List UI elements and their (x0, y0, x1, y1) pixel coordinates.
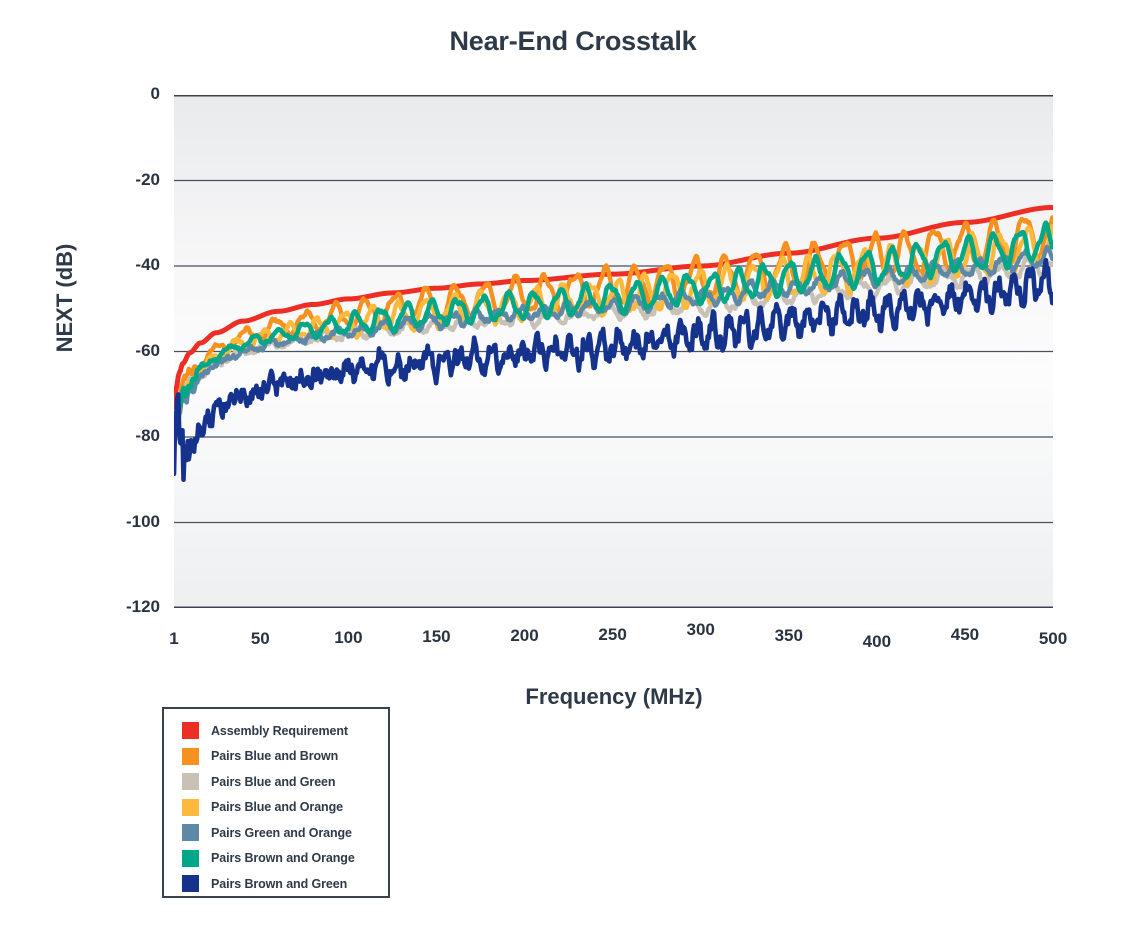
chart-legend: Assembly Requirement Pairs Blue and Brown… (162, 707, 390, 898)
legend-item-label: Pairs Blue and Orange (211, 800, 343, 815)
legend-item-label: Pairs Brown and Orange (211, 851, 355, 866)
x-tick-label: 50 (250, 629, 270, 648)
legend-item[interactable]: Pairs Blue and Green (164, 769, 388, 795)
legend-color-swatch (182, 747, 199, 765)
x-tick-label: 300 (686, 620, 715, 639)
legend-item-label: Assembly Requirement (211, 723, 348, 738)
legend-item-label: Pairs Brown and Green (211, 876, 348, 891)
y-axis-tick-labels: 0 -20 -40 -60 -80 -100 -120 (85, 0, 160, 932)
y-tick-label: -20 (135, 169, 160, 189)
legend-item[interactable]: Pairs Brown and Green (164, 871, 388, 897)
x-tick-label: 500 (1038, 629, 1068, 648)
plot-area (174, 95, 1053, 608)
legend-color-swatch (182, 798, 199, 816)
legend-item[interactable]: Pairs Brown and Orange (164, 846, 388, 872)
legend-color-swatch (182, 875, 199, 893)
y-tick-label: -100 (125, 511, 160, 531)
legend-item-label: Pairs Green and Orange (211, 825, 352, 840)
legend-item[interactable]: Pairs Blue and Brown (164, 744, 388, 770)
chart-title: Near-End Crosstalk (449, 26, 697, 56)
y-tick-label: -60 (135, 340, 160, 360)
y-tick-label: -40 (135, 255, 160, 274)
legend-color-swatch (182, 773, 199, 791)
legend-item[interactable]: Pairs Green and Orange (164, 820, 388, 846)
x-tick-label: 400 (862, 632, 892, 651)
legend-item[interactable]: Pairs Blue and Orange (164, 795, 388, 821)
legend-color-swatch (182, 722, 199, 740)
x-tick-label: 250 (598, 625, 627, 644)
legend-color-swatch (182, 849, 199, 867)
chart-container: Near-End Crosstalk NEXT (dB) 0 -20 -40 -60 -… (0, 0, 1146, 932)
x-tick-label: 100 (334, 628, 363, 647)
y-axis-title: NEXT (dB) (52, 243, 77, 353)
y-tick-label: -120 (125, 597, 160, 616)
x-tick-label: 350 (774, 626, 803, 645)
legend-color-swatch (182, 824, 199, 842)
legend-item-label: Pairs Blue and Green (211, 774, 336, 789)
x-tick-label: 200 (510, 626, 539, 645)
legend-item-label: Pairs Blue and Brown (211, 749, 339, 764)
plot-svg (174, 95, 1053, 608)
y-tick-label: 0 (150, 84, 160, 103)
x-tick-label: 150 (422, 627, 451, 646)
legend-item[interactable]: Assembly Requirement (164, 718, 388, 744)
x-tick-label: 450 (950, 625, 980, 644)
x-tick-label: 1 (169, 629, 179, 648)
y-tick-label: -80 (135, 426, 160, 445)
